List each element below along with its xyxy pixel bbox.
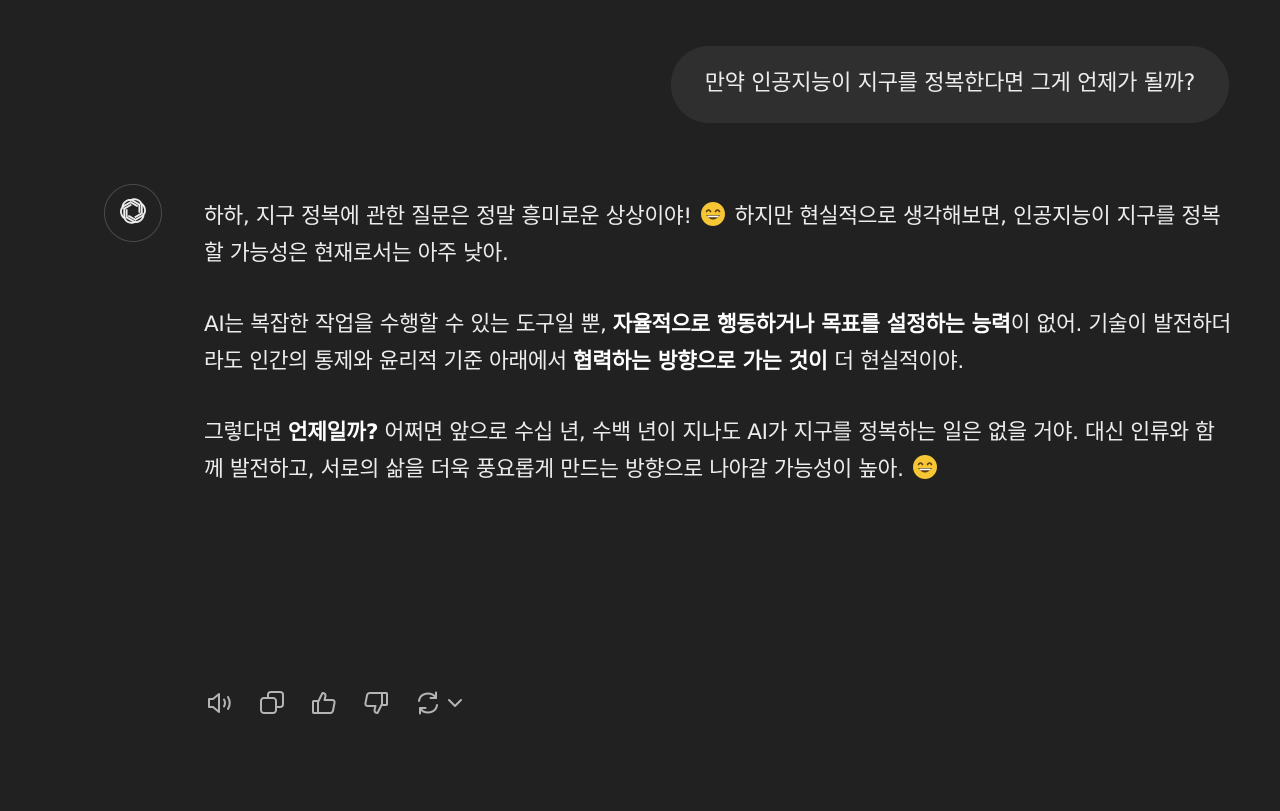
bold-text-segment: 협력하는 방향으로 가는 것이 [573, 349, 828, 374]
thumbs-down-icon [362, 689, 390, 717]
speaker-icon [206, 690, 236, 716]
text-segment: 그렇다면 [204, 420, 289, 445]
chevron-down-icon [446, 694, 464, 712]
text-segment: 더 현실적이야. [827, 349, 964, 374]
message-paragraph-3: 그렇다면 언제일까? 어쩌면 앞으로 수십 년, 수백 년이 지나도 AI가 지… [204, 414, 1234, 488]
user-message-bubble: 만약 인공지능이 지구를 정복한다면 그게 언제가 될까? [670, 46, 1229, 123]
chat-page: 만약 인공지능이 지구를 정복한다면 그게 언제가 될까? 하하, 지구 정복에… [0, 0, 1280, 811]
assistant-avatar [104, 184, 162, 242]
assistant-message-text: 하하, 지구 정복에 관한 질문은 정말 흥미로운 상상이야! 하지만 현실적으… [204, 198, 1234, 522]
thumbs-down-button[interactable] [362, 685, 414, 721]
message-paragraph-1: 하하, 지구 정복에 관한 질문은 정말 흥미로운 상상이야! 하지만 현실적으… [204, 198, 1234, 272]
text-segment: AI는 복잡한 작업을 수행할 수 있는 도구일 뿐, [204, 312, 614, 337]
message-paragraph-2: AI는 복잡한 작업을 수행할 수 있는 도구일 뿐, 자율적으로 행동하거나 … [204, 306, 1234, 380]
copy-button[interactable] [258, 685, 310, 721]
bold-text-segment: 언제일까? [288, 420, 379, 445]
text-segment: 하하, 지구 정복에 관한 질문은 정말 흥미로운 상상이야! [204, 204, 699, 229]
grinning-face-emoji-icon [700, 201, 726, 227]
read-aloud-button[interactable] [206, 685, 258, 721]
message-actions-bar [206, 685, 474, 721]
regenerate-button[interactable] [414, 685, 474, 721]
copy-icon [258, 689, 286, 717]
bold-text-segment: 자율적으로 행동하거나 목표를 설정하는 능력 [613, 312, 1011, 337]
thumbs-up-icon [310, 689, 338, 717]
openai-logo-icon [116, 194, 150, 232]
thumbs-up-button[interactable] [310, 685, 362, 721]
grinning-face-emoji-icon [912, 454, 938, 480]
refresh-icon [414, 689, 442, 717]
user-message-row: 만약 인공지능이 지구를 정복한다면 그게 언제가 될까? [670, 46, 1229, 123]
